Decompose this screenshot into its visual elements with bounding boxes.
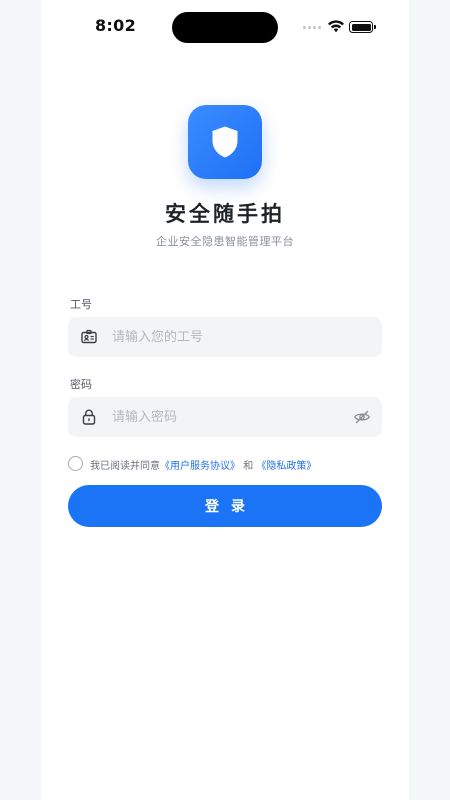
dynamic-island — [172, 12, 278, 43]
eye-off-icon[interactable] — [353, 408, 371, 426]
agreement-conjunction: 和 — [243, 461, 254, 472]
agreement-checkbox[interactable] — [68, 456, 83, 471]
lock-icon — [82, 409, 96, 425]
login-button[interactable]: 登录 — [68, 485, 382, 527]
id-card-icon — [81, 329, 97, 344]
signal-dots-icon — [303, 26, 325, 30]
employee-id-field[interactable] — [68, 317, 382, 357]
app-subtitle: 企业安全隐患智能管理平台 — [156, 235, 294, 248]
agreement-row: 我已阅读并同意《用户服务协议》 和 《隐私政策》 — [68, 456, 388, 472]
agreement-prefix: 我已阅读并同意 — [90, 461, 160, 472]
app-logo — [188, 105, 262, 179]
privacy-policy-link[interactable]: 《隐私政策》 — [256, 461, 316, 472]
app-title: 安全随手拍 — [165, 202, 285, 226]
login-screen: 8:02 安全随手拍 企业安全隐患智能管理平台 工号 密码 — [41, 0, 409, 800]
employee-id-input[interactable] — [112, 317, 342, 357]
status-time: 8:02 — [95, 16, 136, 35]
employee-id-label: 工号 — [70, 298, 92, 311]
password-label: 密码 — [70, 378, 92, 391]
status-icons — [303, 20, 383, 34]
shield-icon — [212, 126, 238, 158]
wifi-icon — [328, 20, 344, 33]
agreement-text: 我已阅读并同意《用户服务协议》 和 《隐私政策》 — [90, 457, 316, 472]
user-agreement-link[interactable]: 《用户服务协议》 — [160, 461, 240, 472]
battery-icon — [349, 21, 376, 33]
password-field[interactable] — [68, 397, 382, 437]
password-input[interactable] — [112, 397, 342, 437]
